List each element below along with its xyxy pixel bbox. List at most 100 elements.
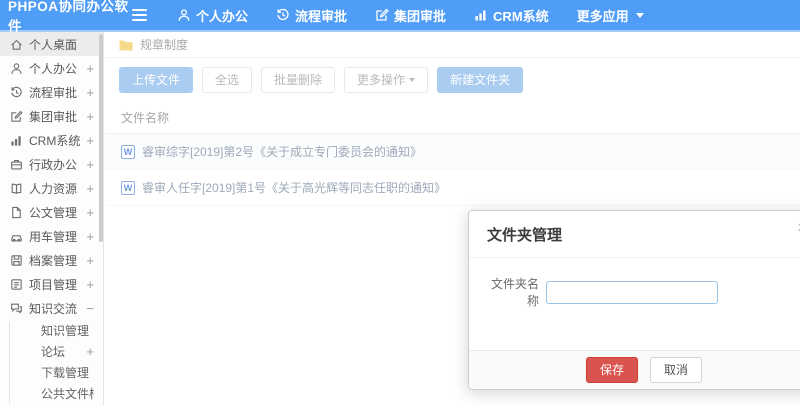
caret-down-icon [409, 78, 416, 82]
folder-management-dialog: 文件夹管理 × 文件夹名称 保存 取消 [468, 210, 800, 390]
top-nav: 个人办公 流程审批 集团审批 CRM系统 更多应用 [177, 6, 644, 25]
expand-plus[interactable]: + [86, 133, 94, 148]
edit-icon [10, 110, 23, 123]
expand-plus[interactable]: + [86, 253, 94, 268]
dialog-title: 文件夹管理 [487, 227, 563, 244]
upload-file-button[interactable]: 上传文件 [119, 67, 194, 93]
breadcrumb-label: 规章制度 [140, 38, 189, 52]
sidebar-item-label: 档案管理 [29, 253, 78, 268]
nav-group-approval[interactable]: 集团审批 [375, 6, 446, 25]
file-row[interactable]: W 睿审综字[2019]第2号《关于成立专门委员会的通知》 [105, 134, 800, 170]
sidebar-item-label: 知识交流 [29, 301, 78, 316]
toolbar: 上传文件 全选 批量删除 更多操作 新建文件夹 [105, 58, 800, 101]
sidebar-item-crm-system[interactable]: CRM系统 + [0, 128, 103, 152]
collapse-indicator[interactable]: − [86, 301, 94, 316]
edit-icon [375, 8, 389, 22]
sidebar-item-human-resources[interactable]: 人力资源 + [0, 176, 103, 200]
expand-plus[interactable]: + [86, 181, 94, 196]
expand-plus[interactable]: + [86, 344, 94, 359]
sidebar-item-document-management[interactable]: 公文管理 + [0, 200, 103, 224]
nav-more-apps[interactable]: 更多应用 [577, 6, 644, 25]
sidebar-item-vehicle-management[interactable]: 用车管理 + [0, 224, 103, 248]
cancel-button[interactable]: 取消 [650, 357, 703, 383]
sidebar-item-knowledge-exchange[interactable]: 知识交流 − [0, 296, 103, 320]
file-row[interactable]: W 睿审人任字[2019]第1号《关于高光辉等同志任职的通知》 [105, 170, 800, 206]
sidebar-item-label: 集团审批 [29, 109, 78, 124]
home-icon [10, 38, 23, 51]
file-table-header: 文件名称 [105, 101, 800, 134]
sidebar-subitem-download-management[interactable]: 下载管理 [0, 362, 103, 383]
car-icon [10, 230, 23, 243]
dialog-footer: 保存 取消 [469, 350, 800, 389]
sidebar-item-personal-desktop[interactable]: 个人桌面 [0, 32, 103, 56]
caret-down-icon [635, 12, 644, 18]
document-icon [10, 206, 23, 219]
app-logo: PHPOA协同办公软件 [8, 0, 129, 34]
user-icon [10, 62, 23, 75]
folder-icon [119, 39, 133, 51]
expand-plus[interactable]: + [86, 229, 94, 244]
sidebar: 个人桌面 个人办公 + 流程审批 + 集团审批 + CRM系统 + 行政办公 +… [0, 32, 104, 406]
nav-workflow-approval[interactable]: 流程审批 [276, 6, 347, 25]
sidebar-subitem-label: 公共文件柜 [41, 387, 94, 401]
sidebar-item-personal-office[interactable]: 个人办公 + [0, 56, 103, 80]
comments-icon [10, 302, 23, 315]
sidebar-item-label: 个人办公 [29, 61, 78, 76]
book-icon [10, 182, 23, 195]
breadcrumb: 规章制度 [105, 32, 800, 58]
sidebar-subitem-label: 知识管理 [41, 324, 90, 338]
sidebar-item-label: 个人桌面 [29, 37, 78, 52]
sidebar-submenu-knowledge: 知识管理 论坛 + 下载管理 公共文件柜 [0, 320, 103, 404]
expand-plus[interactable]: + [86, 85, 94, 100]
project-icon [10, 278, 23, 291]
history-icon [10, 86, 23, 99]
nav-label: 集团审批 [394, 8, 447, 24]
chart-icon [474, 8, 488, 22]
expand-plus[interactable]: + [86, 157, 94, 172]
sidebar-subitem-label: 论坛 [41, 345, 66, 359]
folder-name-input[interactable] [546, 280, 718, 304]
sidebar-scrollbar[interactable] [99, 34, 103, 242]
sidebar-item-archive-management[interactable]: 档案管理 + [0, 248, 103, 272]
sidebar-item-admin-office[interactable]: 行政办公 + [0, 152, 103, 176]
sidebar-item-project-management[interactable]: 项目管理 + [0, 272, 103, 296]
expand-plus[interactable]: + [86, 109, 94, 124]
chart-icon [10, 134, 23, 147]
file-name: 睿审综字[2019]第2号《关于成立专门委员会的通知》 [142, 145, 423, 159]
expand-plus[interactable]: + [86, 277, 94, 292]
folder-name-label: 文件夹名称 [490, 277, 539, 308]
sidebar-item-label: 行政办公 [29, 157, 78, 172]
sidebar-subitem-knowledge-management[interactable]: 知识管理 [0, 320, 103, 341]
expand-plus[interactable]: + [86, 205, 94, 220]
briefcase-icon [10, 158, 23, 171]
expand-plus[interactable]: + [86, 61, 94, 76]
dialog-header: 文件夹管理 × [469, 211, 800, 258]
nav-crm-system[interactable]: CRM系统 [474, 6, 549, 25]
nav-label: CRM系统 [493, 8, 549, 24]
sidebar-item-label: 流程审批 [29, 85, 78, 100]
more-operations-button[interactable]: 更多操作 [344, 67, 429, 93]
nav-label: 个人办公 [196, 8, 249, 24]
sidebar-item-group-approval[interactable]: 集团审批 + [0, 104, 103, 128]
archive-icon [10, 254, 23, 267]
sidebar-item-label: 公文管理 [29, 205, 78, 220]
user-icon [177, 8, 191, 22]
save-button[interactable]: 保存 [585, 357, 638, 383]
menu-toggle-icon[interactable] [132, 6, 147, 24]
sidebar-subitem-label: 下载管理 [41, 366, 90, 380]
top-navigation-bar: PHPOA协同办公软件 个人办公 流程审批 集团审批 CRM系统 更多应用 [0, 0, 800, 34]
sidebar-subitem-forum[interactable]: 论坛 + [0, 341, 103, 362]
nav-label: 更多应用 [576, 8, 629, 24]
history-icon [276, 8, 290, 22]
word-file-icon: W [121, 144, 135, 159]
batch-delete-button[interactable]: 批量删除 [261, 67, 336, 93]
sidebar-item-workflow-approval[interactable]: 流程审批 + [0, 80, 103, 104]
word-file-icon: W [121, 180, 135, 195]
sidebar-subitem-public-file-cabinet[interactable]: 公共文件柜 [0, 383, 103, 404]
nav-personal-office[interactable]: 个人办公 [177, 6, 248, 25]
sidebar-item-label: 用车管理 [29, 229, 78, 244]
more-operations-label: 更多操作 [357, 73, 406, 87]
sidebar-item-label: 项目管理 [29, 277, 78, 292]
new-folder-button[interactable]: 新建文件夹 [437, 67, 524, 93]
select-all-button[interactable]: 全选 [202, 67, 253, 93]
